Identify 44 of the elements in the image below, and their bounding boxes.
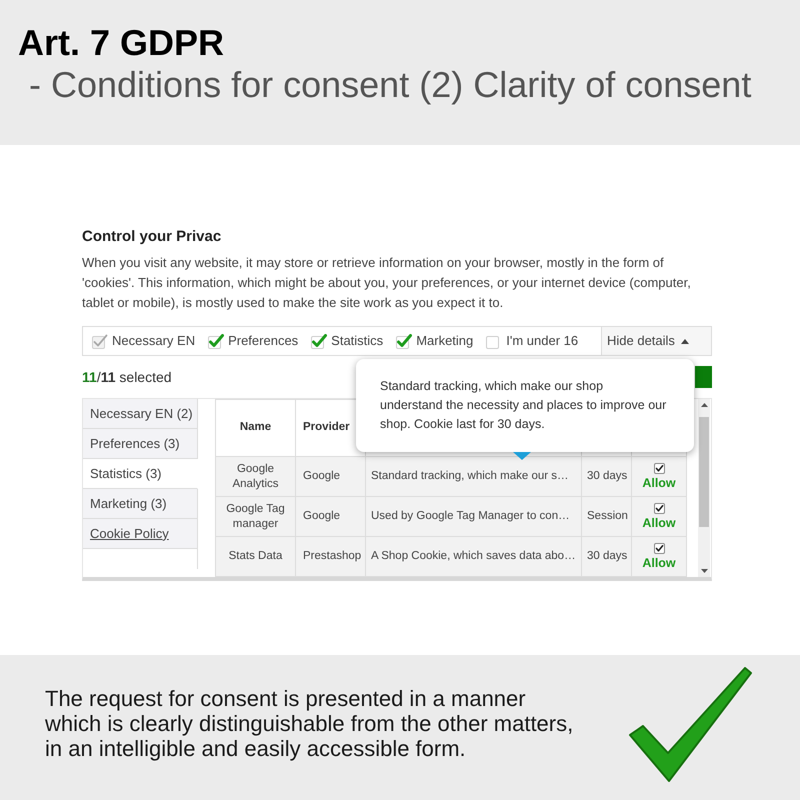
table-cell: Session <box>582 497 632 537</box>
checkbox-label[interactable]: I'm under 16 <box>506 331 578 351</box>
sidebar-tab[interactable]: Preferences (3) <box>83 429 198 459</box>
table-cell: Google <box>296 457 366 497</box>
table-cell: Google Analytics <box>216 457 296 497</box>
checkbox-label[interactable]: Statistics <box>331 331 384 351</box>
table-cell: Stats Data <box>216 537 296 577</box>
table-cell: A Shop Cookie, which saves data abo… <box>366 537 582 577</box>
checkbox[interactable] <box>654 543 664 554</box>
selection-count: 11/11 selected <box>82 368 172 386</box>
widget-title: Control your Privac <box>82 228 222 246</box>
table-cell: 30 days <box>582 537 632 577</box>
column-header: Provider <box>303 420 350 436</box>
checkbox-label[interactable]: Preferences <box>228 331 298 351</box>
table-cell: Google Tag manager <box>216 497 296 537</box>
column-header: Name <box>240 420 272 436</box>
allow-label: Allow <box>642 476 676 490</box>
slide-title: Art. 7 GDPR <box>18 22 224 64</box>
scroll-up-icon[interactable] <box>700 403 708 407</box>
hide-details-button[interactable]: Hide details <box>601 327 711 355</box>
sidebar-tab[interactable]: Marketing (3) <box>83 489 198 519</box>
sidebar-tab[interactable]: Necessary EN (2) <box>83 399 198 429</box>
tooltip-text: Standard tracking, which make our shop understand the necessity and places to improve our shop. Cookie last for 30 days. <box>380 378 668 433</box>
checkbox[interactable] <box>396 334 412 348</box>
checkmark-icon <box>628 667 752 782</box>
table-cell: 30 days <box>582 457 632 497</box>
checkbox[interactable] <box>311 334 328 348</box>
checkbox-label[interactable]: Marketing <box>416 331 474 351</box>
note-text: The request for consent is presented in a manner which is clearly distinguishable from the other matters, in an intelligible and easily accessible form. <box>45 686 574 761</box>
intro-paragraph: When you visit any website, it may store or retrieve information on your browser, mostly in the form of 'cookies'. This information, which might be about you, your preferences, or your internet device (computer, tablet or mobile), is mostly used to make the site work as you expect it to. <box>82 254 692 312</box>
table-cell: Standard tracking, which make our s… <box>366 457 582 497</box>
allow-label: Allow <box>642 516 676 530</box>
table-cell: Used by Google Tag Manager to con… <box>366 497 582 537</box>
slide-subtitle: - Conditions for consent (2) Clarity of consent <box>29 64 752 106</box>
pointer-icon <box>513 452 531 460</box>
table-cell: Google <box>296 497 366 537</box>
allow-label: Allow <box>642 556 676 570</box>
scrollbar-thumb[interactable] <box>699 417 709 527</box>
checkbox[interactable] <box>654 503 664 514</box>
checkbox[interactable] <box>208 334 224 348</box>
table-cell: Prestashop <box>296 537 366 577</box>
checkbox[interactable] <box>654 463 664 474</box>
scroll-down-icon[interactable] <box>700 569 708 573</box>
scrollbar[interactable] <box>698 399 710 577</box>
